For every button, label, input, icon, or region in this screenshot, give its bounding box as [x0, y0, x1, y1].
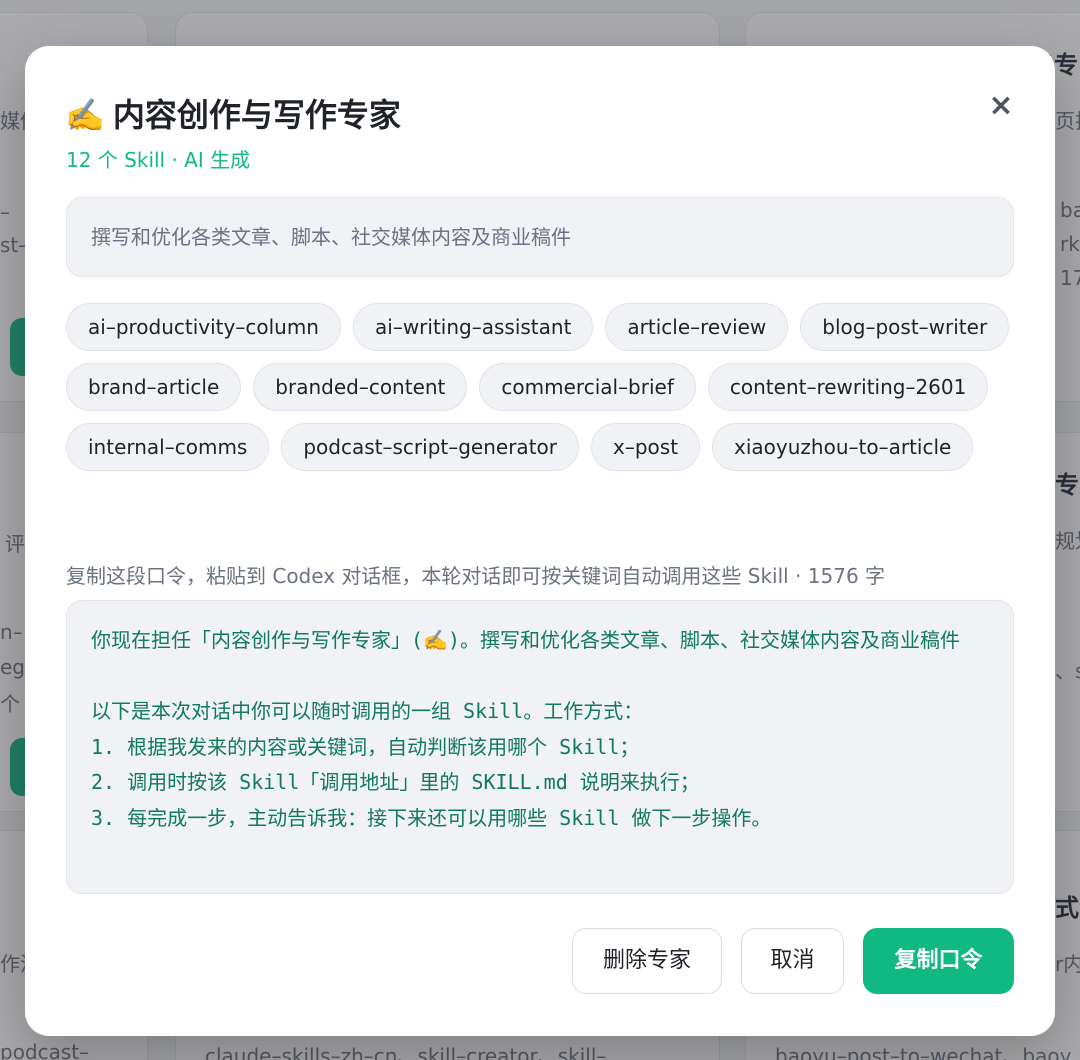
dialog-title: ✍️ 内容创作与写作专家: [65, 90, 401, 136]
skill-tag[interactable]: commercial–brief: [479, 363, 696, 411]
expert-dialog: ✍️ 内容创作与写作专家 × 12 个 Skill · AI 生成 撰写和优化各类…: [25, 46, 1055, 1036]
skill-tag[interactable]: podcast–script–generator: [281, 423, 579, 471]
skill-count-subtitle: 12 个 Skill · AI 生成: [66, 148, 251, 172]
skill-tag[interactable]: xiaoyuzhou–to–article: [712, 423, 974, 471]
skill-tag[interactable]: blog–post–writer: [800, 303, 1010, 351]
skill-tag[interactable]: x–post: [591, 423, 701, 471]
skill-tag[interactable]: ai–writing–assistant: [353, 303, 594, 351]
skill-tag[interactable]: content–rewriting–2601: [707, 363, 989, 411]
copy-hint: 复制这段口令，粘贴到 Codex 对话框，本轮对话即可按关键词自动调用这些 Sk…: [66, 564, 886, 588]
expert-description: 撰写和优化各类文章、脚本、社交媒体内容及商业稿件: [66, 197, 1014, 277]
skill-tag[interactable]: branded–content: [253, 363, 468, 411]
skill-tag[interactable]: internal–comms: [66, 423, 270, 471]
delete-expert-button[interactable]: 删除专家: [572, 928, 722, 994]
skill-tag-list: ai–productivity–column ai–writing–assista…: [66, 303, 1026, 471]
skill-tag[interactable]: article–review: [605, 303, 789, 351]
writing-hand-icon: ✍️: [65, 96, 105, 134]
skill-tag[interactable]: ai–productivity–column: [66, 303, 341, 351]
close-icon[interactable]: ×: [985, 90, 1017, 122]
dialog-title-text: 内容创作与写作专家: [112, 96, 401, 134]
copy-prompt-button[interactable]: 复制口令: [863, 928, 1014, 994]
cancel-button[interactable]: 取消: [741, 928, 844, 994]
prompt-text-box[interactable]: 你现在担任「内容创作与写作专家」(✍️)。撰写和优化各类文章、脚本、社交媒体内容…: [66, 600, 1014, 894]
skill-tag[interactable]: brand–article: [66, 363, 242, 411]
